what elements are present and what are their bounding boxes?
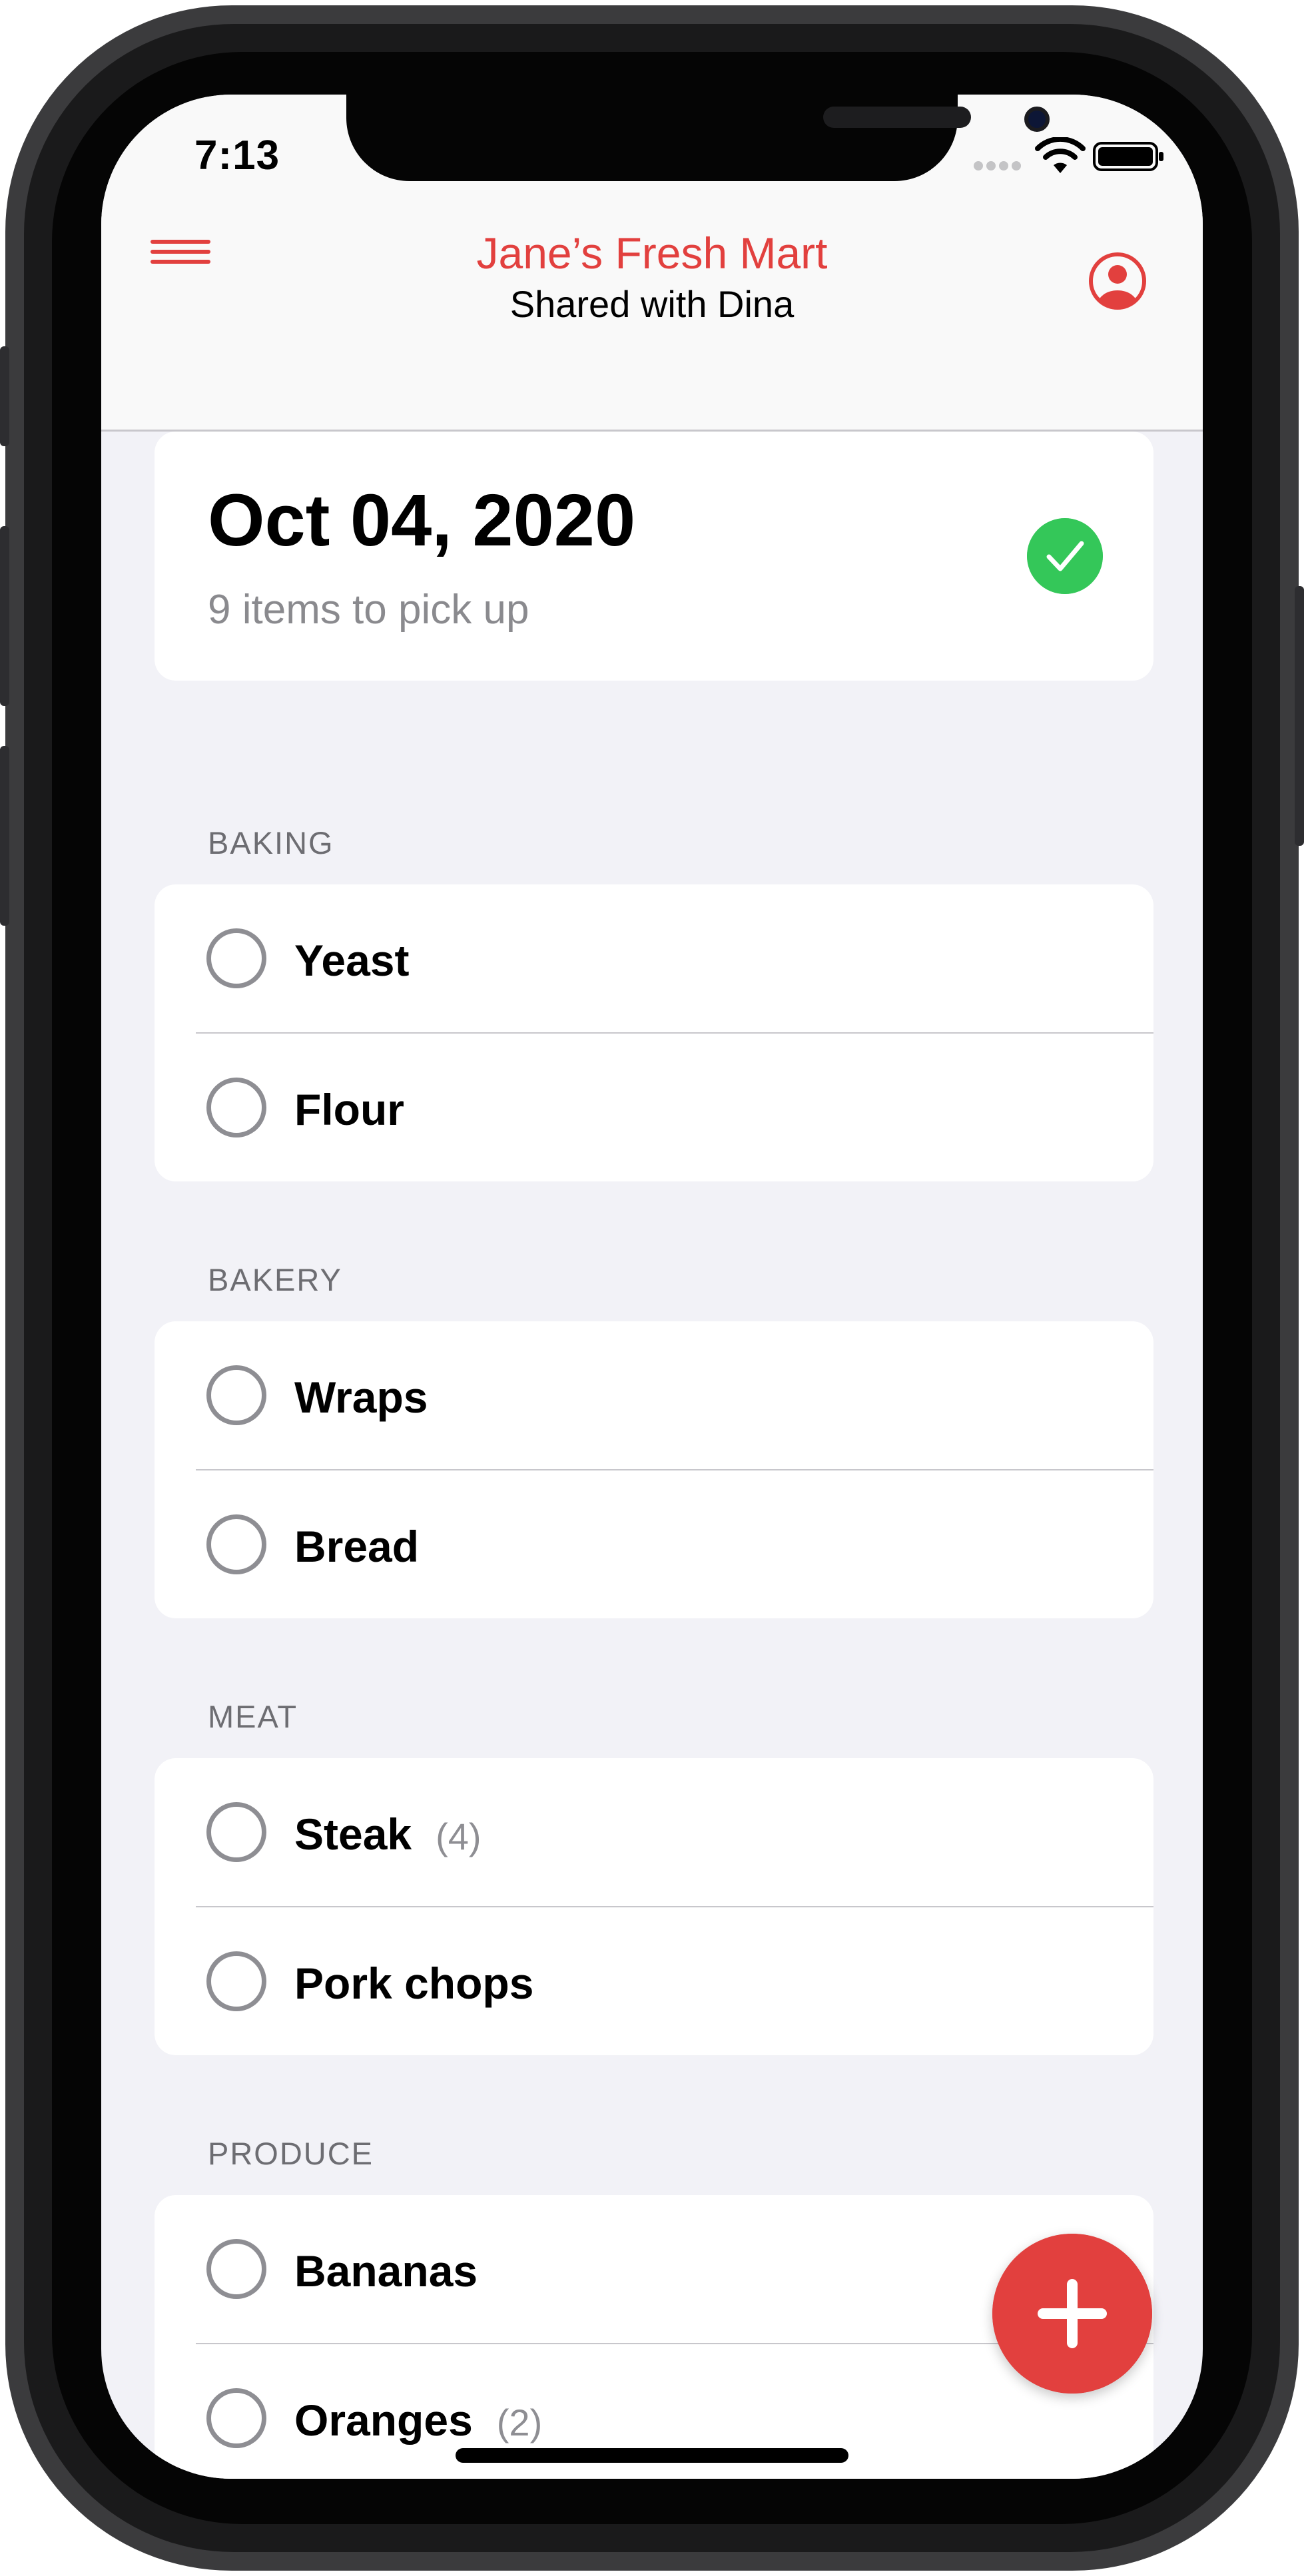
section-card-meat: Steak (4) Pork chops: [155, 1758, 1153, 2055]
unchecked-circle-icon[interactable]: [206, 2239, 266, 2299]
section-header-bakery: BAKERY: [208, 1262, 342, 1297]
item-name: Steak: [294, 1809, 412, 1859]
front-camera: [1024, 107, 1050, 132]
unchecked-circle-icon[interactable]: [206, 1951, 266, 2011]
checkmark-circle-icon[interactable]: [1027, 518, 1103, 594]
item-label: Oranges (2): [294, 2395, 542, 2445]
unchecked-circle-icon[interactable]: [206, 928, 266, 988]
item-label: Steak (4): [294, 1809, 482, 1859]
list-item[interactable]: Bread: [155, 1470, 1153, 1618]
list-item[interactable]: Flour: [155, 1034, 1153, 1181]
unchecked-circle-icon[interactable]: [206, 2388, 266, 2448]
item-label: Yeast: [294, 936, 410, 985]
list-item[interactable]: Yeast: [155, 884, 1153, 1032]
section-card-baking: Yeast Flour: [155, 884, 1153, 1181]
section-header-produce: PRODUCE: [208, 2136, 374, 2171]
wifi-icon: [1035, 137, 1086, 173]
section-card-bakery: Wraps Bread: [155, 1321, 1153, 1618]
device-notch: [346, 95, 1050, 181]
section-header-baking: BAKING: [208, 825, 334, 860]
volume-up-button: [0, 526, 9, 706]
trip-summary-card[interactable]: Oct 04, 2020 9 items to pick up: [155, 432, 1153, 681]
unchecked-circle-icon[interactable]: [206, 1365, 266, 1425]
device-frame: 7:13 Jane’s Fresh Mart Shared with Dina: [0, 0, 1304, 2576]
section-header-meat: MEAT: [208, 1699, 298, 1734]
item-quantity: (2): [496, 2402, 543, 2443]
app-screen: 7:13 Jane’s Fresh Mart Shared with Dina: [101, 95, 1203, 2479]
list-item[interactable]: Steak (4): [155, 1758, 1153, 1906]
power-button: [1295, 586, 1304, 846]
item-name: Oranges: [294, 2396, 473, 2445]
unchecked-circle-icon[interactable]: [206, 1514, 266, 1574]
plus-icon[interactable]: [992, 2234, 1152, 2394]
item-label: Bread: [294, 1522, 420, 1571]
person-circle-icon[interactable]: [1087, 250, 1148, 312]
items-remaining-text: 9 items to pick up: [208, 587, 529, 633]
item-quantity: (4): [436, 1815, 482, 1857]
mute-switch: [0, 346, 9, 446]
battery-icon: [1093, 142, 1163, 171]
store-title: Jane’s Fresh Mart: [476, 228, 828, 278]
item-label: Bananas: [294, 2246, 478, 2296]
list-item[interactable]: Pork chops: [155, 1907, 1153, 2055]
volume-down-button: [0, 746, 9, 926]
cellular-signal-icon: [974, 161, 1027, 173]
unchecked-circle-icon[interactable]: [206, 1802, 266, 1862]
trip-date: Oct 04, 2020: [208, 480, 636, 561]
shared-with-subtitle: Shared with Dina: [509, 283, 795, 325]
unchecked-circle-icon[interactable]: [206, 1078, 266, 1137]
status-time: 7:13: [194, 133, 280, 178]
home-indicator[interactable]: [456, 2448, 848, 2463]
list-item[interactable]: Wraps: [155, 1321, 1153, 1469]
item-label: Wraps: [294, 1373, 428, 1422]
item-label: Pork chops: [294, 1959, 534, 2008]
item-label: Flour: [294, 1085, 404, 1134]
earpiece-speaker: [823, 107, 971, 128]
